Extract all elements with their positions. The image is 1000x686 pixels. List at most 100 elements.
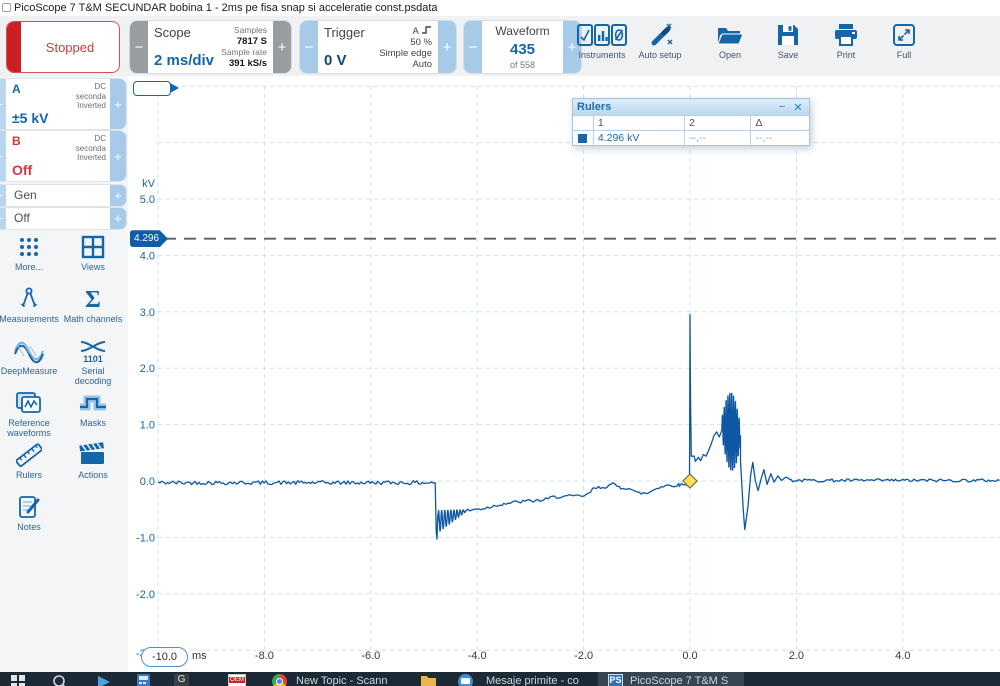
x-axis-origin-tag[interactable]: -10.0: [141, 647, 188, 667]
ruler-delta-value: --,--: [751, 130, 809, 145]
save-button[interactable]: Save: [756, 23, 820, 71]
trigger-source: A: [413, 26, 419, 37]
deepmeasure-icon: [14, 338, 44, 364]
svg-text:-8.0: -8.0: [255, 650, 274, 662]
mail-app-icon[interactable]: [458, 674, 473, 686]
rulers-dialog[interactable]: Rulers − ✕ 1 2 Δ 4.296 kV --,-- --,--: [572, 98, 810, 146]
channel-b-panel[interactable]: − B DC seconda Inverted Off +: [0, 131, 126, 181]
auto-setup-icon: [647, 23, 673, 47]
picoscope-taskbar-icon: PS: [608, 674, 623, 686]
save-label: Save: [778, 50, 799, 60]
open-folder-icon: [716, 23, 744, 47]
stopped-button[interactable]: Stopped: [6, 21, 120, 73]
tool-math-channels[interactable]: Σ Math channels: [62, 286, 124, 324]
search-icon[interactable]: [52, 674, 68, 686]
tool-serial-decoding[interactable]: 1101 Serial decoding: [62, 338, 124, 386]
svg-text:1.0: 1.0: [140, 420, 155, 432]
waveform-plot[interactable]: -8.0-6.0-4.0-2.00.02.04.05.04.03.02.01.0…: [128, 76, 1000, 672]
actions-clapperboard-icon: [78, 442, 108, 468]
waveform-previous-button[interactable]: −: [464, 21, 482, 73]
channel-a-increase-button[interactable]: +: [110, 79, 126, 129]
rulers-close-button[interactable]: ✕: [791, 101, 805, 114]
trigger-panel: − Trigger 0 V A 50 % Simple edge Auto +: [300, 21, 456, 73]
time-ruler-handle-arrow: [170, 83, 179, 93]
time-ruler-handle[interactable]: [133, 81, 171, 96]
views-icon: [80, 234, 106, 260]
rulers-dialog-header[interactable]: Rulers − ✕: [573, 99, 809, 115]
tool-more[interactable]: More...: [0, 234, 60, 272]
tool-deepmeasure[interactable]: DeepMeasure: [0, 338, 60, 376]
waveform-label: Waveform: [495, 24, 549, 38]
scope-decrease-button[interactable]: −: [130, 21, 148, 73]
folder-icon[interactable]: [420, 674, 437, 686]
auto-setup-button[interactable]: Auto setup: [628, 23, 692, 71]
start-button-icon[interactable]: [10, 674, 26, 686]
tool-measurements[interactable]: Measurements: [0, 286, 60, 324]
chrome-icon[interactable]: [272, 674, 287, 686]
rulers-minimize-button[interactable]: −: [775, 101, 789, 113]
generator-off-label: Off: [6, 208, 110, 229]
instruments-button[interactable]: Instruments: [570, 23, 634, 71]
svg-text:0.0: 0.0: [140, 476, 155, 488]
scope-view: -8.0-6.0-4.0-2.00.02.04.05.04.03.02.01.0…: [128, 76, 1000, 672]
scope-increase-button[interactable]: +: [273, 21, 291, 73]
left-sidebar: − A DC seconda Inverted ±5 kV + − B DC s…: [0, 76, 128, 672]
scope-panel: − Scope 2 ms/div Samples 7817 S Sample r…: [130, 21, 291, 73]
svg-text:-4.0: -4.0: [468, 650, 487, 662]
svg-text:1101: 1101: [83, 354, 103, 364]
reference-waveforms-icon: [15, 390, 43, 416]
rulers-value-row: 4.296 kV --,-- --,--: [573, 130, 809, 145]
stop-indicator[interactable]: [7, 21, 21, 73]
svg-text:2.0: 2.0: [140, 363, 155, 375]
rulers-col-1: 1: [594, 115, 685, 130]
chrome-window-title[interactable]: New Topic - Scann: [296, 675, 388, 686]
task-view-icon[interactable]: [96, 674, 112, 686]
trigger-sweep: Auto: [379, 59, 432, 70]
svg-text:4.0: 4.0: [895, 650, 910, 662]
generator-off-increase-button[interactable]: +: [110, 208, 126, 229]
trigger-level-value[interactable]: 0 V: [324, 52, 365, 69]
scope-timebase-value[interactable]: 2 ms/div: [154, 52, 214, 69]
active-taskbar-button[interactable]: PS PicoScope 7 T&M S: [598, 672, 744, 686]
trigger-threshold: 50 %: [379, 37, 432, 48]
stopped-label: Stopped: [21, 40, 119, 55]
channel-b-meta: DC seconda Inverted: [76, 134, 106, 163]
waveform-total: of 558: [510, 60, 535, 70]
trigger-increase-button[interactable]: +: [438, 21, 456, 73]
svg-text:5.0: 5.0: [140, 194, 155, 206]
channel-b-increase-button[interactable]: +: [110, 131, 126, 181]
full-screen-button[interactable]: Full: [872, 23, 936, 71]
ruler1-value: 4.296 kV: [594, 130, 685, 145]
main-toolbar: Stopped − Scope 2 ms/div Samples 7817 S …: [0, 16, 1000, 76]
channel-a-panel[interactable]: − A DC seconda Inverted ±5 kV +: [0, 79, 126, 129]
channel-a-name: A: [12, 82, 21, 96]
instruments-label: Instruments: [578, 50, 625, 60]
trigger-decrease-button[interactable]: −: [300, 21, 318, 73]
window-title: PicoScope 7 T&M SECUNDAR bobina 1 - 2ms …: [14, 2, 438, 14]
sigma-icon: Σ: [80, 286, 106, 312]
rulers-col-2: 2: [685, 115, 751, 130]
waveform-number[interactable]: 435: [510, 41, 535, 58]
generator-increase-button[interactable]: +: [110, 185, 126, 206]
tool-rulers[interactable]: Rulers: [0, 442, 60, 480]
generator-row[interactable]: − Gen +: [0, 185, 126, 206]
tool-views[interactable]: Views: [62, 234, 124, 272]
generator-off-row[interactable]: − Off +: [0, 208, 126, 229]
more-dots-icon: [16, 234, 42, 260]
svg-text:-2.0: -2.0: [574, 650, 593, 662]
g-app-icon[interactable]: G: [174, 674, 189, 686]
channel-a-swatch: [578, 134, 587, 143]
calculator-icon[interactable]: [136, 674, 151, 686]
print-button[interactable]: Print: [814, 23, 878, 71]
full-screen-icon: [892, 23, 916, 47]
tool-reference-waveforms[interactable]: Reference waveforms: [0, 390, 60, 438]
tool-actions[interactable]: Actions: [62, 442, 124, 480]
ruler2-value: --,--: [685, 130, 751, 145]
tool-notes[interactable]: Notes: [0, 494, 60, 532]
open-button[interactable]: Open: [698, 23, 762, 71]
mail-window-title[interactable]: Mesaje primite - co: [486, 675, 579, 686]
tool-masks[interactable]: Masks: [62, 390, 124, 428]
app-icon: [2, 3, 11, 12]
oem-app-icon[interactable]: OEM: [228, 674, 246, 686]
svg-text:kV: kV: [142, 178, 156, 190]
